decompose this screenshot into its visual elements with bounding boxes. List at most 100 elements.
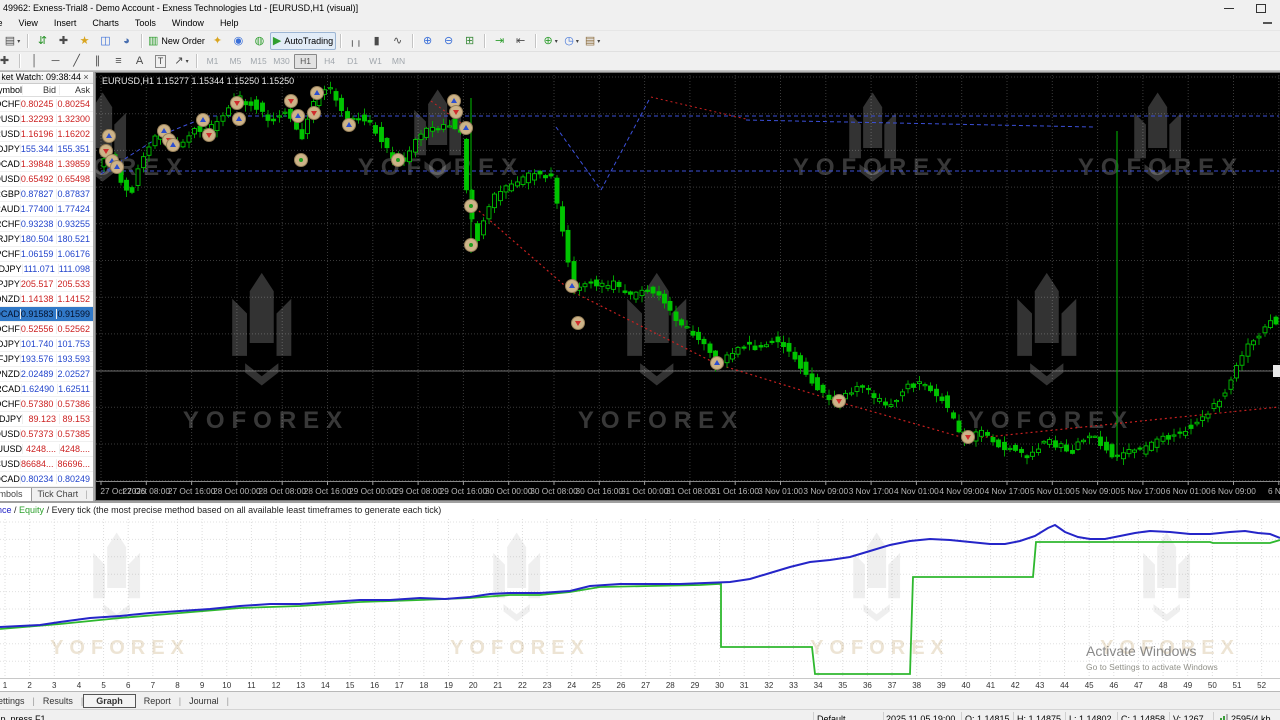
chart-ohlc-header: EURUSD,H1 1.15277 1.15344 1.15250 1.1525… [102, 76, 295, 86]
tester-tab-journal[interactable]: Journal [181, 694, 227, 708]
market-watch-row[interactable]: NZDUSD0.573730.57385 [0, 427, 93, 442]
sounds-button[interactable]: ◍ [249, 33, 270, 49]
metaeditor-button[interactable]: ✦ [207, 33, 228, 49]
market-watch-row[interactable]: AUDJPY101.740101.753 [0, 337, 93, 352]
menu-item-help[interactable]: Help [212, 18, 247, 28]
timeframe-h1[interactable]: H1 [294, 53, 317, 69]
timeframe-m30[interactable]: M30 [271, 55, 292, 68]
menu-item-window[interactable]: Window [164, 18, 212, 28]
market-watch-tab-tick-chart[interactable]: Tick Chart [32, 488, 85, 501]
templates-button[interactable]: ▤ ▾ [582, 33, 603, 49]
market-watch-row[interactable]: EURJPY180.504180.521 [0, 232, 93, 247]
menu-item-tools[interactable]: Tools [127, 18, 164, 28]
bid-cell: 2.02489 [19, 368, 57, 379]
market-watch-row[interactable]: AUDCHF0.525560.52562 [0, 322, 93, 337]
market-watch-row[interactable]: EURAUD1.774001.77424 [0, 202, 93, 217]
child-minimize-icon[interactable] [1263, 22, 1272, 24]
market-watch-row[interactable]: CHFJPY193.576193.593 [0, 352, 93, 367]
autotrading-button[interactable]: ▶ AutoTrading [269, 32, 337, 50]
price-chart[interactable]: EURUSD,H1 1.15277 1.15344 1.15250 1.1525… [95, 72, 1280, 501]
market-watch-button[interactable]: ⇵ [32, 33, 53, 49]
close-icon[interactable]: × [81, 72, 91, 82]
periods-button[interactable]: ◷ ▾ [561, 33, 582, 49]
tile-windows-button[interactable]: ⊞ [459, 33, 480, 49]
timeframe-d1[interactable]: D1 [342, 55, 363, 68]
timeframe-m15[interactable]: M15 [248, 55, 269, 68]
timeframe-m1[interactable]: M1 [202, 55, 223, 68]
market-watch-row[interactable]: USDCHF0.802450.80254 [0, 97, 93, 112]
market-watch-row[interactable]: EURUSD1.161961.16202 [0, 127, 93, 142]
status-profile[interactable]: Default [813, 712, 883, 720]
svg-text:25: 25 [592, 681, 601, 690]
ask-cell: 89.153 [59, 413, 93, 424]
candlestick-chart[interactable]: YOFOREX YOFOREX YOFOREXYOFOREX YOFOREX YOFOR… [96, 73, 1280, 500]
market-watch-row[interactable]: XAUUSD4248....4248.... [0, 442, 93, 457]
market-watch-row[interactable]: USDJPY155.344155.351 [0, 142, 93, 157]
channel-button[interactable]: ∥ [87, 53, 108, 69]
candlestick-chart-button[interactable]: ▮ [366, 33, 387, 49]
timeframe-mn[interactable]: MN [388, 55, 409, 68]
bid-cell: 0.57380 [19, 398, 57, 409]
market-watch-row[interactable]: GBPJPY205.517205.533 [0, 277, 93, 292]
market-watch-row[interactable]: GBPCHF1.061591.06176 [0, 247, 93, 262]
menu-item-file[interactable]: File [0, 18, 11, 28]
ask-cell: 2.02527 [56, 368, 93, 379]
new-chart-button[interactable]: ▤ ▾ [2, 33, 23, 49]
vertical-line-button[interactable]: │ [24, 53, 45, 69]
svg-text:22: 22 [518, 681, 527, 690]
market-watch-row[interactable]: AUDUSD0.654920.65498 [0, 172, 93, 187]
horizontal-line-button[interactable]: ─ [45, 53, 66, 69]
tester-tab-settings[interactable]: Settings [0, 694, 33, 708]
tester-tab-results[interactable]: Results [35, 694, 81, 708]
chart-shift-button[interactable]: ⇤ [510, 33, 531, 49]
market-watch-row[interactable]: CADCHF0.573800.57386 [0, 397, 93, 412]
market-watch-row[interactable]: AUDNZD1.141381.14152 [0, 292, 93, 307]
timeframe-w1[interactable]: W1 [365, 55, 386, 68]
market-watch-row[interactable]: EURCHF0.932380.93255 [0, 217, 93, 232]
market-watch-row[interactable]: USDCAD1.398481.39859 [0, 157, 93, 172]
terminal-button[interactable]: ◫ [95, 33, 116, 49]
zoom-out-button[interactable]: ⊖ [438, 33, 459, 49]
market-watch-tab-symbols[interactable]: Symbols [0, 487, 32, 501]
arrows-button[interactable]: ↗ ▾ [171, 53, 192, 69]
market-watch-row[interactable]: EURGBP0.878270.87837 [0, 187, 93, 202]
cursor-button[interactable]: ✚ [0, 53, 15, 69]
strategy-tester-button[interactable]: ◕ [116, 33, 137, 49]
options-button[interactable]: ◉ [228, 33, 249, 49]
menu-item-view[interactable]: View [11, 18, 46, 28]
trendline-button[interactable]: ╱ [66, 53, 87, 69]
market-watch-row[interactable]: CADJPY111.071111.098 [0, 262, 93, 277]
market-watch-row[interactable]: NZDCAD0.802340.80249 [0, 472, 93, 487]
svg-text:4 Nov 09:00: 4 Nov 09:00 [939, 486, 984, 496]
auto-scroll-button[interactable]: ⇥ [489, 33, 510, 49]
toolbar-separator [141, 34, 142, 48]
market-watch-row[interactable]: GBPNZD2.024892.02527 [0, 367, 93, 382]
zoom-in-button[interactable]: ⊕ [417, 33, 438, 49]
indicators-button[interactable]: ⊕ ▾ [540, 33, 561, 49]
line-chart-button[interactable]: ∿ [387, 33, 408, 49]
market-watch-row[interactable]: NZDJPY89.12389.153 [0, 412, 93, 427]
restore-icon[interactable] [1256, 3, 1266, 13]
timeframe-m5[interactable]: M5 [225, 55, 246, 68]
menu-item-insert[interactable]: Insert [46, 18, 85, 28]
market-watch-row[interactable]: BTCUSD86684...86696... [0, 457, 93, 472]
market-watch-row[interactable]: AUDCAD0.915830.91599 [0, 306, 93, 322]
navigator-button[interactable]: ★ [74, 33, 95, 49]
minimize-icon[interactable] [1224, 7, 1234, 9]
timeframe-h4[interactable]: H4 [319, 55, 340, 68]
text-label-button[interactable]: T [150, 53, 171, 69]
tester-tab-graph[interactable]: Graph [83, 693, 136, 708]
symbol-cell: USDCAD [0, 158, 20, 169]
toolbar-separator [535, 34, 537, 48]
market-watch-row[interactable]: EURCAD1.624901.62511 [0, 382, 93, 397]
tester-tab-report[interactable]: Report [136, 694, 179, 708]
data-window-button[interactable]: ✚ [53, 33, 74, 49]
new-order-button[interactable]: ▥ New Order [146, 33, 207, 49]
fibonacci-button[interactable]: ≡ [108, 53, 129, 69]
bar-chart-button[interactable]: ╷╷ [345, 33, 366, 49]
menu-item-charts[interactable]: Charts [84, 18, 127, 28]
new-order-icon: ▥ [148, 35, 159, 47]
text-button[interactable]: A [129, 53, 150, 69]
market-watch-row[interactable]: GBPUSD1.322931.32300 [0, 112, 93, 127]
bid-cell: 193.576 [19, 353, 57, 364]
